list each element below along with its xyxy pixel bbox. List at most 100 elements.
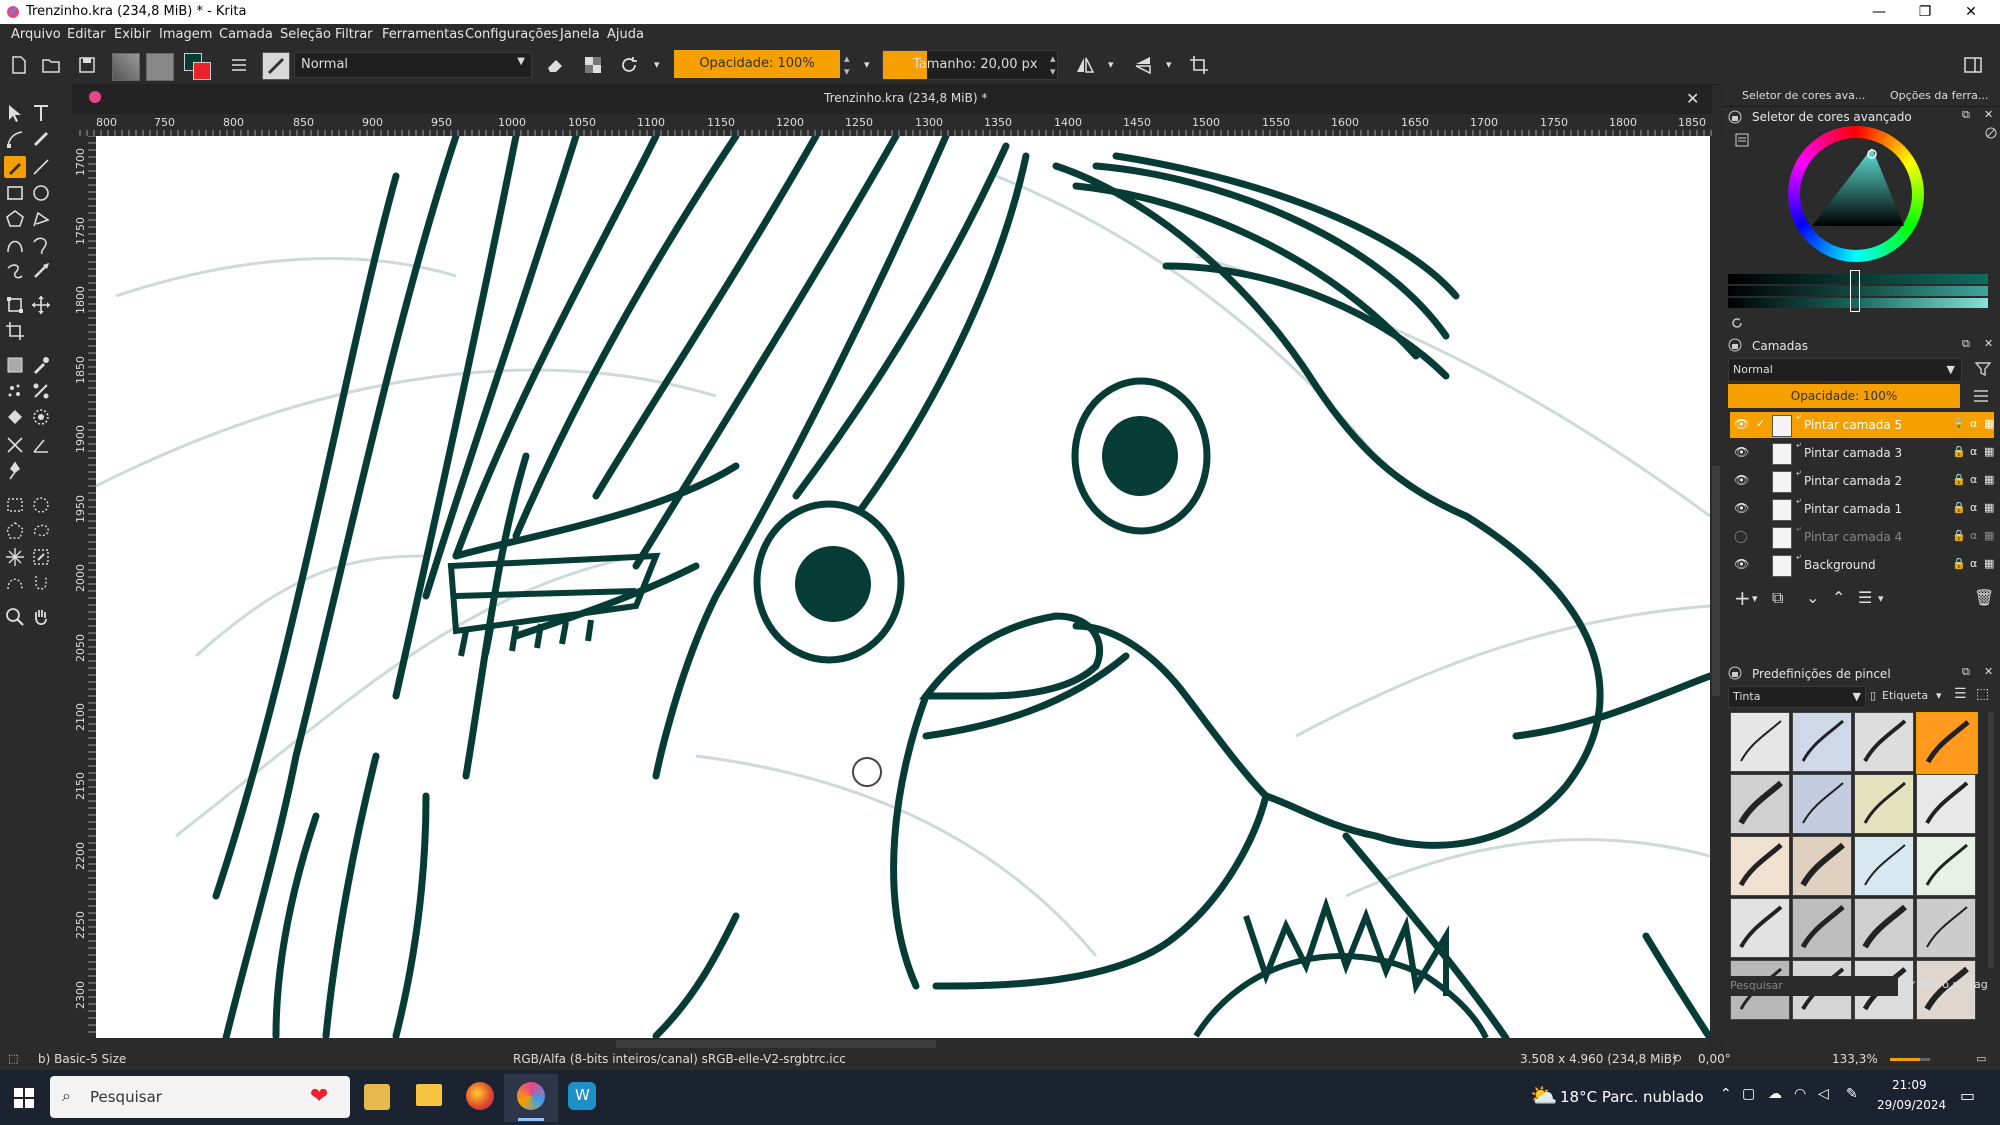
menu-camada[interactable]: Camada [219, 27, 273, 42]
visibility-eye-icon[interactable]: 👁 [1734, 417, 1749, 431]
layer-row[interactable]: 👁 ⤶ Pintar camada 2 🔒 α ▦ [1730, 468, 1994, 494]
layer-row[interactable]: 👁 ⤶ Pintar camada 1 🔒 α ▦ [1730, 496, 1994, 522]
brush-settings-icon[interactable] [228, 54, 250, 76]
menu-icon[interactable] [1972, 388, 1990, 404]
menu-exibir[interactable]: Exibir [114, 27, 151, 42]
opacity-dropdown-icon[interactable]: ▾ [864, 58, 870, 71]
view-mode-icon[interactable]: ☰ [1954, 686, 1967, 702]
wrap-around-icon[interactable] [1188, 54, 1210, 76]
pen-icon[interactable]: ✎ [1846, 1086, 1858, 1102]
color-settings-icon[interactable] [1734, 132, 1750, 148]
bezier-curve-tool-icon[interactable] [4, 234, 26, 256]
contiguous-selection-tool-icon[interactable] [4, 546, 26, 568]
menu-filtrar[interactable]: Filtrar [335, 27, 373, 42]
refresh-icon[interactable] [1730, 316, 1744, 330]
alpha-lock-icon[interactable]: α [1970, 501, 1977, 514]
layer-row[interactable]: 👁 ✓ ⤶ Pintar camada 5 🔒 α ▦ [1730, 412, 1994, 438]
mirror-vertical-icon[interactable] [1132, 54, 1154, 76]
mirror-h-dropdown-icon[interactable]: ▾ [1108, 58, 1114, 71]
properties-dropdown-icon[interactable]: ▾ [1878, 592, 1884, 605]
brush-preset-tile[interactable] [1916, 836, 1976, 896]
float-docker-icon[interactable]: ⧉ [1962, 108, 1970, 122]
delete-layer-icon[interactable]: 🗑 [1974, 588, 1994, 607]
polyline-tool-icon[interactable] [30, 208, 52, 230]
lock-icon[interactable] [1728, 110, 1742, 124]
reload-dropdown-icon[interactable]: ▾ [654, 58, 660, 71]
tray-chevron-icon[interactable]: ⌃ [1720, 1086, 1732, 1102]
brush-preset-tile[interactable] [1730, 774, 1790, 834]
wifi-icon[interactable]: ◠ [1794, 1086, 1806, 1102]
new-document-icon[interactable] [8, 54, 30, 76]
brush-preset-tile[interactable] [1730, 898, 1790, 958]
close-window-button[interactable]: ✕ [1948, 0, 1994, 24]
menu-ferramentas[interactable]: Ferramentas [382, 27, 464, 42]
measure-tool-icon[interactable] [30, 434, 52, 456]
close-document-button[interactable]: ✕ [1686, 89, 1699, 108]
taskbar-krita-active[interactable] [504, 1074, 558, 1122]
inherit-alpha-icon[interactable]: ▦ [1984, 557, 1994, 570]
layer-row[interactable]: 👁 ⤶ Background 🔒 α ▦ [1730, 552, 1994, 578]
move-layer-down-icon[interactable]: ⌄ [1806, 588, 1819, 607]
pattern-selector[interactable] [146, 53, 174, 81]
fg-bg-color-swatch[interactable] [184, 53, 211, 80]
windows-start-icon[interactable] [14, 1088, 34, 1108]
filter-checkbox[interactable]: ✓ [1908, 978, 1917, 991]
clock-time[interactable]: 21:09 [1892, 1078, 1927, 1092]
brush-preset-thumbnail[interactable] [262, 52, 290, 80]
layer-lock-icon[interactable]: 🔒 [1952, 417, 1966, 430]
app-w-icon[interactable]: W [568, 1082, 596, 1110]
open-folder-icon[interactable] [40, 54, 62, 76]
text-tool-icon[interactable] [30, 102, 52, 124]
pan-pin-tool-icon[interactable] [4, 460, 26, 482]
visibility-eye-icon[interactable]: 👁 [1734, 557, 1749, 571]
menu-imagem[interactable]: Imagem [159, 27, 212, 42]
horizontal-scrollbar-thumb[interactable] [616, 1040, 936, 1048]
reset-color-icon[interactable] [1984, 126, 1998, 140]
tab-color-selector[interactable]: Seletor de cores ava... [1742, 89, 1865, 102]
gradient-selector[interactable] [112, 53, 140, 81]
multibrush-tool-icon[interactable] [30, 260, 52, 282]
size-spin-arrows[interactable]: ▴ ▾ [1050, 52, 1056, 78]
brush-preset-tile[interactable] [1916, 712, 1978, 774]
smart-patch-tool-icon[interactable] [4, 380, 26, 402]
reload-preset-icon[interactable] [618, 54, 640, 76]
layer-lock-icon[interactable]: 🔒 [1952, 445, 1966, 458]
save-icon[interactable] [76, 54, 98, 76]
lock-icon[interactable] [1728, 666, 1742, 680]
menu-editar[interactable]: Editar [67, 27, 106, 42]
visibility-eye-icon[interactable]: 👁 [1734, 473, 1749, 487]
rectangle-tool-icon[interactable] [4, 182, 26, 204]
float-docker-icon[interactable]: ⧉ [1962, 665, 1970, 679]
close-docker-icon[interactable]: ✕ [1984, 108, 1993, 121]
alpha-lock-icon[interactable]: α [1970, 417, 1977, 430]
clock-date[interactable]: 29/09/2024 [1877, 1098, 1946, 1112]
elliptical-selection-tool-icon[interactable] [30, 494, 52, 516]
brush-preset-tile[interactable] [1792, 836, 1852, 896]
brush-preset-tile[interactable] [1792, 774, 1852, 834]
reference-images-tool-icon[interactable] [4, 434, 26, 456]
edit-shapes-tool-icon[interactable] [4, 128, 26, 150]
canvas-only-icon[interactable]: ▭ [1976, 1052, 1986, 1065]
menu-arquivo[interactable]: Arquivo [11, 27, 61, 42]
mirror-horizontal-icon[interactable] [1074, 54, 1096, 76]
menu-selecao[interactable]: Seleção [280, 27, 331, 42]
magnetic-selection-tool-icon[interactable] [30, 572, 52, 594]
layer-lock-icon[interactable]: 🔒 [1952, 557, 1966, 570]
alpha-lock-icon[interactable]: α [1970, 529, 1977, 542]
layer-lock-icon[interactable]: 🔒 [1952, 473, 1966, 486]
ellipse-tool-icon[interactable] [30, 182, 52, 204]
pan-tool-icon[interactable] [30, 606, 52, 628]
zoom-slider[interactable] [1890, 1058, 1930, 1061]
freehand-path-tool-icon[interactable] [30, 234, 52, 256]
gradient-tool-icon[interactable] [4, 354, 26, 376]
similar-color-selection-tool-icon[interactable] [30, 546, 52, 568]
line-tool-icon[interactable] [30, 156, 52, 178]
visibility-eye-icon[interactable]: 👁 [1734, 501, 1749, 515]
media-app-icon[interactable] [364, 1084, 390, 1110]
brush-search-input[interactable]: Pesquisar [1728, 976, 1898, 996]
layer-row[interactable]: 👁 ⤶ Pintar camada 3 🔒 α ▦ [1730, 440, 1994, 466]
close-docker-icon[interactable]: ✕ [1984, 337, 1993, 350]
bezier-selection-tool-icon[interactable] [4, 572, 26, 594]
freehand-selection-tool-icon[interactable] [30, 520, 52, 542]
inherit-alpha-icon[interactable]: ▦ [1984, 501, 1994, 514]
